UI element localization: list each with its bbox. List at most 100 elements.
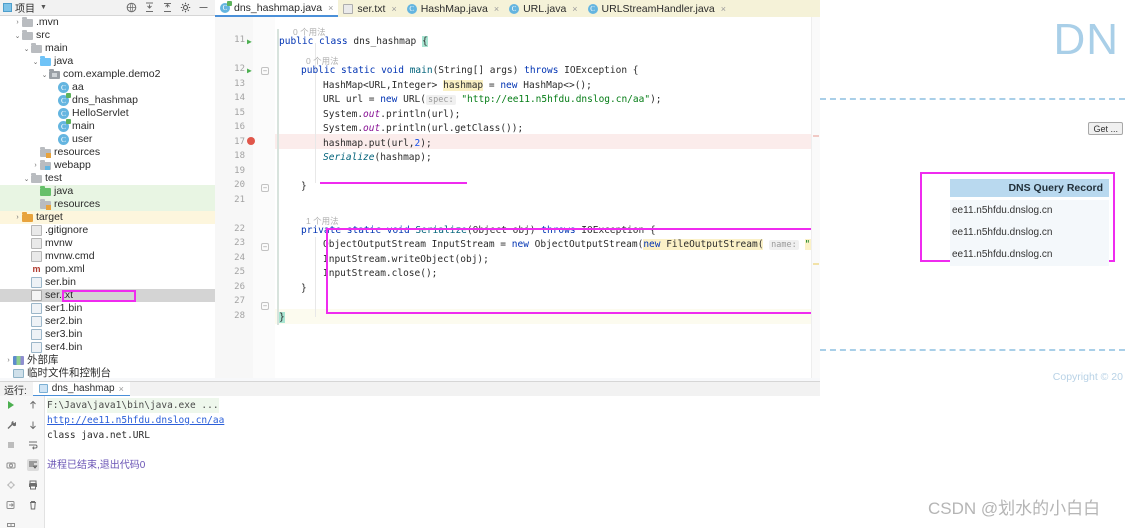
tree-item-dns-hashmap[interactable]: Cdns_hashmap: [0, 93, 215, 107]
tree-item-target[interactable]: › target: [0, 211, 215, 224]
tree-item-mvnw-cmd[interactable]: mvnw.cmd: [0, 250, 215, 263]
scroll-to-end-icon[interactable]: [27, 459, 39, 471]
close-icon[interactable]: ×: [119, 384, 124, 394]
binary-file-icon: [31, 303, 42, 314]
editor-tab-bar[interactable]: Cdns_hashmap.java × ser.txt × C HashMap.java ×…: [215, 0, 820, 18]
trash-icon[interactable]: [27, 499, 39, 511]
tree-item-ser2-bin[interactable]: ser2.bin: [0, 315, 215, 328]
folder-icon: [22, 17, 33, 28]
collapse-all-icon[interactable]: [144, 2, 155, 13]
console-left-toolbar[interactable]: [0, 396, 22, 528]
tree-toggle-arrow[interactable]: ⌄: [40, 71, 49, 79]
run-gutter-icon[interactable]: ▶: [247, 66, 256, 75]
breakpoint-icon[interactable]: [247, 137, 255, 145]
code-text[interactable]: 0 个用法 public class dns_hashmap {0 个用法 publ…: [279, 17, 820, 378]
tab-label: URLStreamHandler.java: [601, 2, 715, 15]
editor-tab-hashmap-java[interactable]: C HashMap.java ×: [402, 0, 504, 17]
export-icon[interactable]: [5, 499, 17, 511]
globe-icon[interactable]: [126, 2, 137, 13]
tree-toggle-arrow[interactable]: ⌄: [22, 45, 31, 53]
tree-item-ser-bin[interactable]: ser.bin: [0, 276, 215, 289]
print-icon[interactable]: [27, 479, 39, 491]
minimize-icon[interactable]: [198, 2, 209, 13]
tree-item-user[interactable]: Cuser: [0, 133, 215, 146]
tree-item-ser1-bin[interactable]: ser1.bin: [0, 302, 215, 315]
tree-toggle-arrow[interactable]: ⌄: [31, 58, 40, 66]
line-number: 22: [234, 224, 245, 234]
soft-wrap-icon[interactable]: [27, 439, 39, 451]
project-file-tree[interactable]: › .mvn ⌄ src ⌄ main ⌄ java ⌄ com.example.demo2 Caa…: [0, 16, 216, 378]
camera-icon[interactable]: [5, 459, 17, 471]
tree-item-aa[interactable]: Caa: [0, 81, 215, 94]
tree-item-label: test: [45, 172, 62, 184]
tree-item-helloservlet[interactable]: C HelloServlet: [0, 107, 215, 120]
tree-toggle-arrow[interactable]: ›: [4, 357, 13, 364]
fold-collapse-icon[interactable]: −: [261, 67, 269, 75]
console-output[interactable]: F:\Java\java1\bin\java.exe ... http://ee…: [47, 398, 820, 528]
layout-icon[interactable]: [5, 519, 17, 528]
tree-item----[interactable]: › 外部库: [0, 354, 215, 367]
console-url-link[interactable]: http://ee11.n5hfdu.dnslog.cn/aa: [47, 415, 224, 426]
folder-green-icon: [40, 186, 51, 197]
chevron-down-icon[interactable]: ▼: [40, 4, 47, 11]
tree-item-java[interactable]: ⌄ java: [0, 55, 215, 68]
fold-expand-icon[interactable]: −: [261, 184, 269, 192]
tree-item-test[interactable]: ⌄ test: [0, 172, 215, 185]
editor-tab-urlstreamhandler-java[interactable]: C URLStreamHandler.java ×: [583, 0, 731, 17]
close-icon[interactable]: ×: [494, 4, 499, 14]
class-icon: C: [58, 82, 69, 93]
scroll-down-icon[interactable]: [27, 419, 39, 431]
tree-item-main[interactable]: ⌄ main: [0, 42, 215, 55]
debug-icon[interactable]: [5, 479, 17, 491]
editor-tab-ser-txt[interactable]: ser.txt ×: [338, 0, 401, 17]
editor-minimap[interactable]: [811, 17, 820, 378]
code-line: System.out.println(url);: [323, 109, 461, 120]
screen: 项目 ▼ › .mvn ⌄ src ⌄ main ⌄ java ⌄ com.example.dem…: [0, 0, 1125, 528]
class-icon: C: [587, 3, 598, 14]
tree-toggle-arrow[interactable]: ›: [31, 162, 40, 169]
tree-item-src[interactable]: ⌄ src: [0, 29, 215, 42]
tree-item-resources[interactable]: resources: [0, 198, 215, 211]
expand-all-icon[interactable]: [162, 2, 173, 13]
tree-toggle-arrow[interactable]: ›: [13, 214, 22, 221]
tree-item--gitignore[interactable]: .gitignore: [0, 224, 215, 237]
tree-item-label: java: [54, 55, 74, 67]
tree-item-pom-xml[interactable]: m pom.xml: [0, 263, 215, 276]
tree-item-label: dns_hashmap: [72, 94, 138, 106]
tree-item-mvnw[interactable]: mvnw: [0, 237, 215, 250]
console-second-toolbar[interactable]: [22, 396, 45, 528]
close-icon[interactable]: ×: [572, 4, 577, 14]
tree-toggle-arrow[interactable]: ⌄: [22, 175, 31, 183]
tree-toggle-arrow[interactable]: ›: [13, 19, 22, 26]
tree-item-ser-txt[interactable]: ser.txt: [0, 289, 215, 302]
tree-item-ser4-bin[interactable]: ser4.bin: [0, 341, 215, 354]
gear-icon[interactable]: [180, 2, 191, 13]
tree-item-java[interactable]: java: [0, 185, 215, 198]
binary-file-icon: [31, 342, 42, 353]
code-editor[interactable]: 11 12 13 14 15 16 17 18 19 20 21 22 23 24 25 26 27 28 ▶ ▶…: [215, 17, 820, 378]
wrench-icon[interactable]: [5, 419, 17, 431]
get-subdomain-button[interactable]: Get ...: [1088, 122, 1123, 135]
fold-collapse-icon[interactable]: −: [261, 243, 269, 251]
close-icon[interactable]: ×: [328, 3, 333, 13]
scroll-up-icon[interactable]: [27, 399, 39, 411]
run-tab-dns-hashmap[interactable]: dns_hashmap ×: [32, 382, 130, 397]
run-icon[interactable]: [5, 399, 17, 411]
dns-record-table-header: DNS Query Record: [950, 179, 1109, 197]
tree-toggle-arrow[interactable]: ⌄: [13, 32, 22, 40]
editor-tab-dns-hashmap-java[interactable]: Cdns_hashmap.java ×: [215, 0, 339, 17]
tree-item-main[interactable]: Cmain: [0, 119, 215, 133]
tree-item-ser3-bin[interactable]: ser3.bin: [0, 328, 215, 341]
close-icon[interactable]: ×: [721, 4, 726, 14]
run-gutter-icon[interactable]: ▶: [247, 37, 256, 46]
ide-window: 项目 ▼ › .mvn ⌄ src ⌄ main ⌄ java ⌄ com.example.dem…: [0, 0, 820, 528]
close-icon[interactable]: ×: [391, 4, 396, 14]
tree-item-webapp[interactable]: › webapp: [0, 159, 215, 172]
tree-item-resources[interactable]: resources: [0, 146, 215, 159]
tree-item--mvn[interactable]: › .mvn: [0, 16, 215, 29]
tree-item---------[interactable]: 临时文件和控制台: [0, 367, 215, 378]
fold-expand-icon[interactable]: −: [261, 302, 269, 310]
editor-tab-url-java[interactable]: C URL.java ×: [504, 0, 582, 17]
tree-item-com-example-demo2[interactable]: ⌄ com.example.demo2: [0, 68, 215, 81]
stop-icon[interactable]: [5, 439, 17, 451]
